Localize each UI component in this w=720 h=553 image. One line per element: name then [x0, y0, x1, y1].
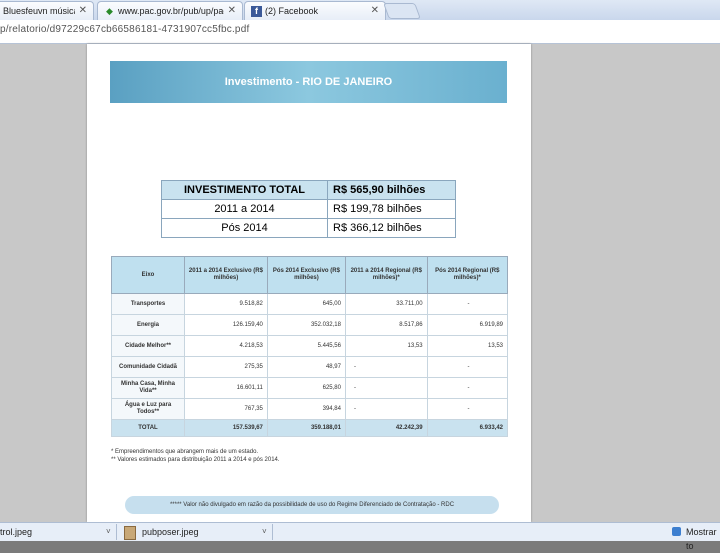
table-cell: 645,00: [266, 293, 346, 315]
total-cell: 42.242,39: [344, 419, 428, 437]
download-item[interactable]: trol.jpeg: [0, 525, 32, 539]
close-icon[interactable]: ✕: [371, 2, 379, 20]
table-cell: 8.517,86: [344, 314, 428, 336]
total-cell: 157.539,67: [184, 419, 268, 437]
tab-facebook[interactable]: f (2) Facebook ✕: [244, 1, 386, 21]
download-bar: trol.jpeg ˅ pubposer.jpeg ˅ Mostrar to: [0, 522, 720, 551]
period-value: R$ 199,78 bilhões: [327, 199, 456, 219]
chevron-down-icon[interactable]: ˅: [262, 525, 267, 539]
table-cell: 13,53: [426, 335, 509, 357]
axis-label: Comunidade Cidadã: [111, 356, 185, 378]
table-row: Cidade Melhor** 4.218,53 5.445,56 13,53 …: [111, 335, 509, 357]
table-cell: 13,53: [344, 335, 428, 357]
address-bar[interactable]: p/relatorio/d97229c67cb66586181-4731907c…: [0, 20, 720, 44]
download-filename: trol.jpeg: [0, 527, 33, 537]
period-label: 2011 a 2014: [161, 199, 328, 219]
table-row: Minha Casa, Minha Vida** 16.601,11 625,8…: [111, 377, 509, 399]
axis-label: Água e Luz para Todos**: [111, 398, 185, 420]
table-cell: 16.601,11: [184, 377, 268, 399]
table-cell: 5.445,56: [266, 335, 346, 357]
column-header: Pós 2014 Exclusivo (R$ milhões): [266, 256, 346, 294]
period-value: R$ 366,12 bilhões: [327, 218, 456, 238]
table-row: Água e Luz para Todos** 767,35 394,84 - …: [111, 398, 509, 420]
download-arrow-icon: [672, 527, 681, 536]
banner-title: Investimento - RIO DE JANEIRO: [110, 61, 507, 103]
table-cell: 625,80: [266, 377, 346, 399]
table-cell: 126.159,40: [184, 314, 268, 336]
table-row: Transportes 9.518,82 645,00 33.711,00 -: [111, 293, 509, 315]
column-header: Eixo: [111, 256, 185, 294]
total-cell: 359.188,01: [266, 419, 346, 437]
table-cell: -: [426, 356, 509, 378]
column-header: 2011 a 2014 Exclusivo (R$ milhões): [184, 256, 268, 294]
axis-label: Minha Casa, Minha Vida**: [111, 377, 185, 399]
tab-title: (2) Facebook: [265, 6, 319, 16]
footnotes: * Empreendimentos que abrangem mais de u…: [111, 448, 280, 464]
chevron-down-icon[interactable]: ˅: [106, 525, 111, 539]
pdf-page: Investimento - RIO DE JANEIRO INVESTIMEN…: [87, 44, 531, 522]
period-label: Pós 2014: [161, 218, 328, 238]
image-file-icon: [124, 526, 136, 540]
new-tab-button[interactable]: [383, 3, 421, 19]
table-cell: 4.218,53: [184, 335, 268, 357]
table-cell: -: [426, 377, 509, 399]
table-cell: -: [344, 377, 428, 399]
table-cell: -: [426, 293, 509, 315]
rdc-note: ***** Valor não divulgado em razão da po…: [125, 496, 499, 514]
tab-pac[interactable]: ◆ www.pac.gov.br/pub/up/pac ✕: [97, 1, 243, 21]
footnote: ** Valores estimados para distribuição 2…: [111, 457, 280, 463]
table-cell: -: [426, 398, 509, 420]
tab-bar: Bluesfeuvn música ( ✕ ◆ www.pac.gov.br/p…: [0, 0, 720, 21]
table-row: Comunidade Cidadã 275,35 48,97 - -: [111, 356, 509, 378]
close-icon[interactable]: ✕: [228, 2, 236, 20]
brazil-flag-icon: ◆: [106, 6, 113, 16]
column-header: Pós 2014 Regional (R$ milhões)*: [426, 256, 509, 294]
table-cell: 9.518,82: [184, 293, 268, 315]
table-cell: 394,84: [266, 398, 346, 420]
divider: [272, 524, 273, 540]
tab-title: Bluesfeuvn música (: [3, 6, 75, 16]
tab-music[interactable]: Bluesfeuvn música ( ✕: [0, 1, 94, 21]
axis-label: Cidade Melhor**: [111, 335, 185, 357]
table-cell: 6.919,89: [426, 314, 509, 336]
investment-by-axis-table: Eixo 2011 a 2014 Exclusivo (R$ milhões) …: [111, 256, 509, 437]
pdf-viewer: Investimento - RIO DE JANEIRO INVESTIMEN…: [0, 44, 720, 522]
tab-title: www.pac.gov.br/pub/up/pac: [118, 6, 224, 16]
axis-label: Energia: [111, 314, 185, 336]
show-all-downloads-link[interactable]: Mostrar to: [686, 525, 720, 551]
table-row: Energia 126.159,40 352.032,18 8.517,86 6…: [111, 314, 509, 336]
address-url[interactable]: p/relatorio/d97229c67cb66586181-4731907c…: [0, 24, 249, 35]
total-label: TOTAL: [111, 419, 185, 437]
footnote: * Empreendimentos que abrangem mais de u…: [111, 449, 259, 455]
investment-total-value: R$ 565,90 bilhões: [327, 180, 456, 200]
table-cell: -: [344, 398, 428, 420]
divider: [116, 524, 117, 540]
table-total-row: TOTAL 157.539,67 359.188,01 42.242,39 6.…: [111, 419, 509, 437]
investment-total-table: INVESTIMENTO TOTAL R$ 565,90 bilhões 201…: [161, 180, 456, 238]
table-cell: 33.711,00: [344, 293, 428, 315]
facebook-icon: f: [251, 6, 262, 17]
table-cell: 767,35: [184, 398, 268, 420]
close-icon[interactable]: ✕: [79, 2, 87, 20]
total-cell: 6.933,42: [426, 419, 509, 437]
table-cell: 275,35: [184, 356, 268, 378]
download-filename: pubposer.jpeg: [142, 527, 199, 537]
table-cell: 352.032,18: [266, 314, 346, 336]
download-item[interactable]: pubposer.jpeg: [142, 525, 199, 539]
table-header-row: Eixo 2011 a 2014 Exclusivo (R$ milhões) …: [111, 256, 509, 294]
column-header: 2011 a 2014 Regional (R$ milhões)*: [344, 256, 428, 294]
axis-label: Transportes: [111, 293, 185, 315]
investment-total-label: INVESTIMENTO TOTAL: [161, 180, 328, 200]
table-cell: 48,97: [266, 356, 346, 378]
table-cell: -: [344, 356, 428, 378]
